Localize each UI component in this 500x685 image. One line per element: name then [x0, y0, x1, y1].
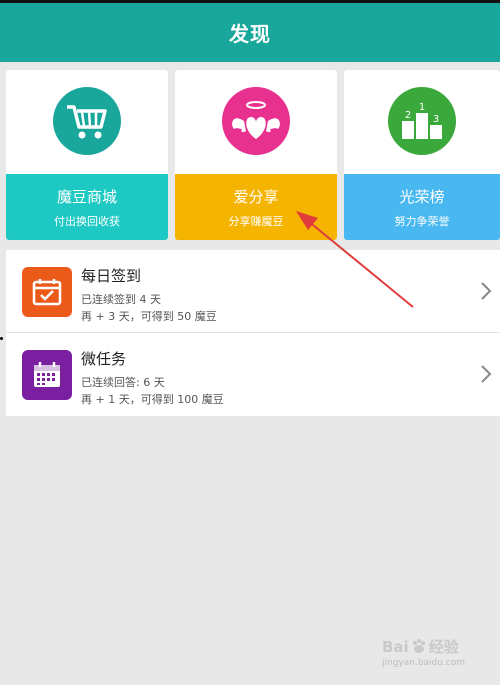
- calendar-check-icon: [32, 279, 62, 306]
- list-item-reward: 再 + 3 天，可得到 50 魔豆: [81, 310, 217, 323]
- mall-band: 魔豆商城 付出换回收获: [6, 174, 168, 240]
- feature-cards: 魔豆商城 付出换回收获 爱分享 分享赚魔豆 2 1 3 光荣榜 努力争荣誉: [6, 70, 500, 240]
- watermark-brand: Bai: [382, 637, 409, 656]
- podium-third: 3: [433, 114, 439, 125]
- calendar-grid-icon: [34, 362, 60, 387]
- watermark-site: jingyan.baidu.com: [382, 658, 466, 668]
- list-item-status: 已连续签到 4 天: [81, 293, 161, 306]
- list-item-status: 已连续回答: 6 天: [81, 376, 165, 389]
- shopping-cart-icon: [67, 105, 107, 139]
- card-share[interactable]: 爱分享 分享赚魔豆: [175, 70, 337, 240]
- card-honor[interactable]: 2 1 3 光荣榜 努力争荣誉: [344, 70, 500, 240]
- top-bar: 发现: [0, 0, 500, 62]
- list-item-daily-checkin[interactable]: 每日签到 已连续签到 4 天 再 + 3 天，可得到 50 魔豆: [6, 250, 500, 333]
- chevron-right-icon: [478, 361, 494, 387]
- stray-dot: [0, 337, 3, 340]
- list-item-micro-task[interactable]: 微任务 已连续回答: 6 天 再 + 1 天，可得到 100 魔豆: [6, 333, 500, 416]
- microtask-icon-box: [22, 350, 72, 400]
- card-subtitle: 努力争荣誉: [394, 214, 450, 228]
- list-item-title: 微任务: [81, 350, 127, 368]
- honor-band: 光荣榜 努力争荣誉: [344, 174, 500, 240]
- list-item-reward: 再 + 1 天，可得到 100 魔豆: [81, 393, 224, 406]
- task-list: 每日签到 已连续签到 4 天 再 + 3 天，可得到 50 魔豆 微任务 已连续…: [6, 250, 500, 416]
- card-subtitle: 付出换回收获: [54, 214, 120, 228]
- watermark-brand2: 经验: [428, 638, 459, 656]
- podium-first: 1: [419, 102, 425, 113]
- page-title: 发现: [229, 22, 271, 46]
- checkin-icon-box: [22, 267, 72, 317]
- podium-second: 2: [405, 110, 411, 121]
- honor-icon-circle: 2 1 3: [388, 87, 456, 155]
- podium-icon: 2 1 3: [402, 102, 442, 139]
- mall-icon-circle: [53, 87, 121, 155]
- baidu-watermark: Bai 经验 jingyan.baidu.com: [382, 636, 465, 669]
- share-band: 爱分享 分享赚魔豆: [175, 174, 337, 240]
- chevron-right-icon: [478, 278, 494, 304]
- paw-icon: [412, 638, 425, 653]
- card-mall[interactable]: 魔豆商城 付出换回收获: [6, 70, 168, 240]
- winged-heart-icon: [232, 101, 280, 139]
- card-subtitle: 分享赚魔豆: [228, 214, 284, 228]
- card-title: 光荣榜: [399, 187, 445, 206]
- share-icon-circle: [222, 87, 290, 155]
- card-title: 爱分享: [233, 187, 279, 206]
- list-item-title: 每日签到: [81, 267, 142, 285]
- card-title: 魔豆商城: [56, 187, 117, 206]
